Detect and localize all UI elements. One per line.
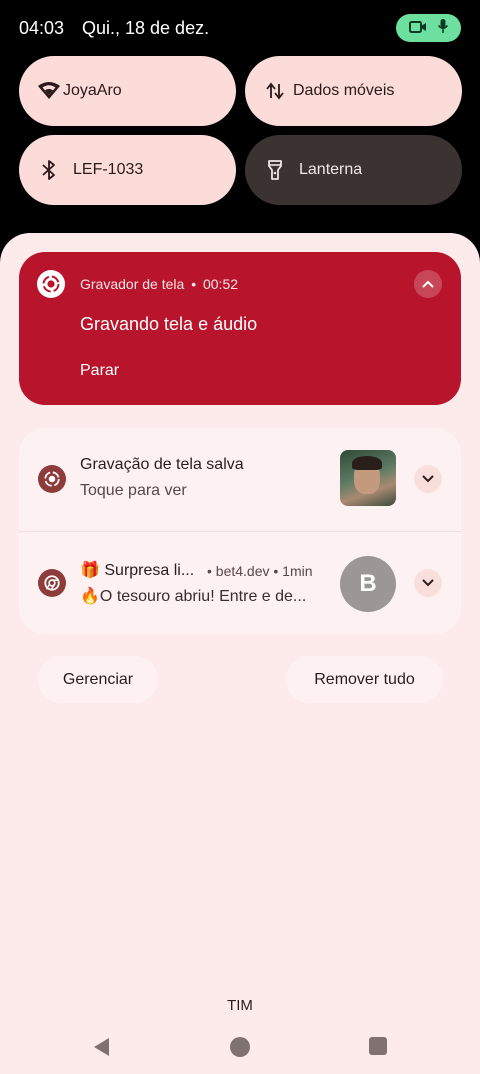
manage-button[interactable]: Gerenciar	[38, 656, 158, 703]
notification-group: Gravação de tela salva Toque para ver 🎁 …	[19, 428, 461, 634]
clear-all-button[interactable]: Remover tudo	[286, 656, 443, 703]
screen-recorder-icon	[37, 270, 65, 298]
back-icon	[94, 1038, 109, 1056]
back-button[interactable]	[92, 1037, 112, 1062]
expand-button[interactable]	[414, 569, 442, 597]
navigation-bar	[0, 1030, 480, 1064]
notification-text: 🔥O tesouro abriu! Entre e de...	[80, 588, 307, 605]
elapsed-time: 00:52	[202, 276, 239, 292]
notification-text: Toque para ver	[80, 482, 187, 499]
recording-privacy-indicator[interactable]	[396, 14, 461, 42]
video-camera-icon	[408, 18, 427, 39]
wifi-icon	[37, 79, 61, 103]
expand-button[interactable]	[414, 465, 442, 493]
date: Qui., 18 de dez.	[82, 18, 210, 38]
tile-label: LEF-1033	[73, 161, 144, 178]
chevron-up-icon	[422, 280, 434, 288]
tile-label: Dados móveis	[293, 82, 395, 99]
notification-title: Gravação de tela salva	[80, 456, 244, 473]
tile-label: Lanterna	[299, 161, 363, 178]
status-bar: 04:03 Qui., 18 de dez.	[0, 0, 480, 56]
separator: •	[191, 276, 197, 292]
notification-meta: Gravador de tela • 00:52	[80, 276, 238, 292]
notification-source: • bet4.dev • 1min	[207, 563, 313, 579]
app-name: Gravador de tela	[80, 276, 185, 292]
tile-mobile-data[interactable]: Dados móveis	[245, 56, 462, 126]
recents-button[interactable]	[369, 1037, 387, 1055]
tile-bluetooth[interactable]: LEF-1033	[19, 135, 236, 205]
clock: 04:03	[19, 18, 65, 38]
collapse-button[interactable]	[414, 270, 442, 298]
mobile-data-icon	[263, 79, 287, 103]
home-button[interactable]	[230, 1037, 250, 1057]
flashlight-icon	[263, 158, 287, 182]
tile-wifi[interactable]: JoyaAro	[19, 56, 236, 126]
notification-recording-saved[interactable]: Gravação de tela salva Toque para ver	[19, 428, 461, 531]
stop-recording-button[interactable]: Parar	[80, 362, 119, 380]
avatar: B	[340, 556, 396, 612]
screen-recorder-icon	[38, 465, 66, 493]
chevron-down-icon	[422, 475, 434, 483]
carrier-label: TIM	[227, 997, 253, 1014]
bluetooth-icon	[37, 158, 61, 182]
tile-label: JoyaAro	[63, 82, 122, 99]
microphone-icon	[437, 18, 449, 39]
video-thumbnail[interactable]	[340, 450, 396, 506]
notification-chrome-promo[interactable]: 🎁 Surpresa li... • bet4.dev • 1min 🔥O te…	[19, 531, 461, 634]
tile-flashlight[interactable]: Lanterna	[245, 135, 462, 205]
chrome-icon	[38, 569, 66, 597]
notification-title: Gravando tela e áudio	[80, 314, 258, 334]
chevron-down-icon	[422, 579, 434, 587]
screen-recording-notification[interactable]: Gravador de tela • 00:52 Gravando tela e…	[19, 252, 461, 405]
notification-title: 🎁 Surpresa li...	[80, 562, 195, 579]
